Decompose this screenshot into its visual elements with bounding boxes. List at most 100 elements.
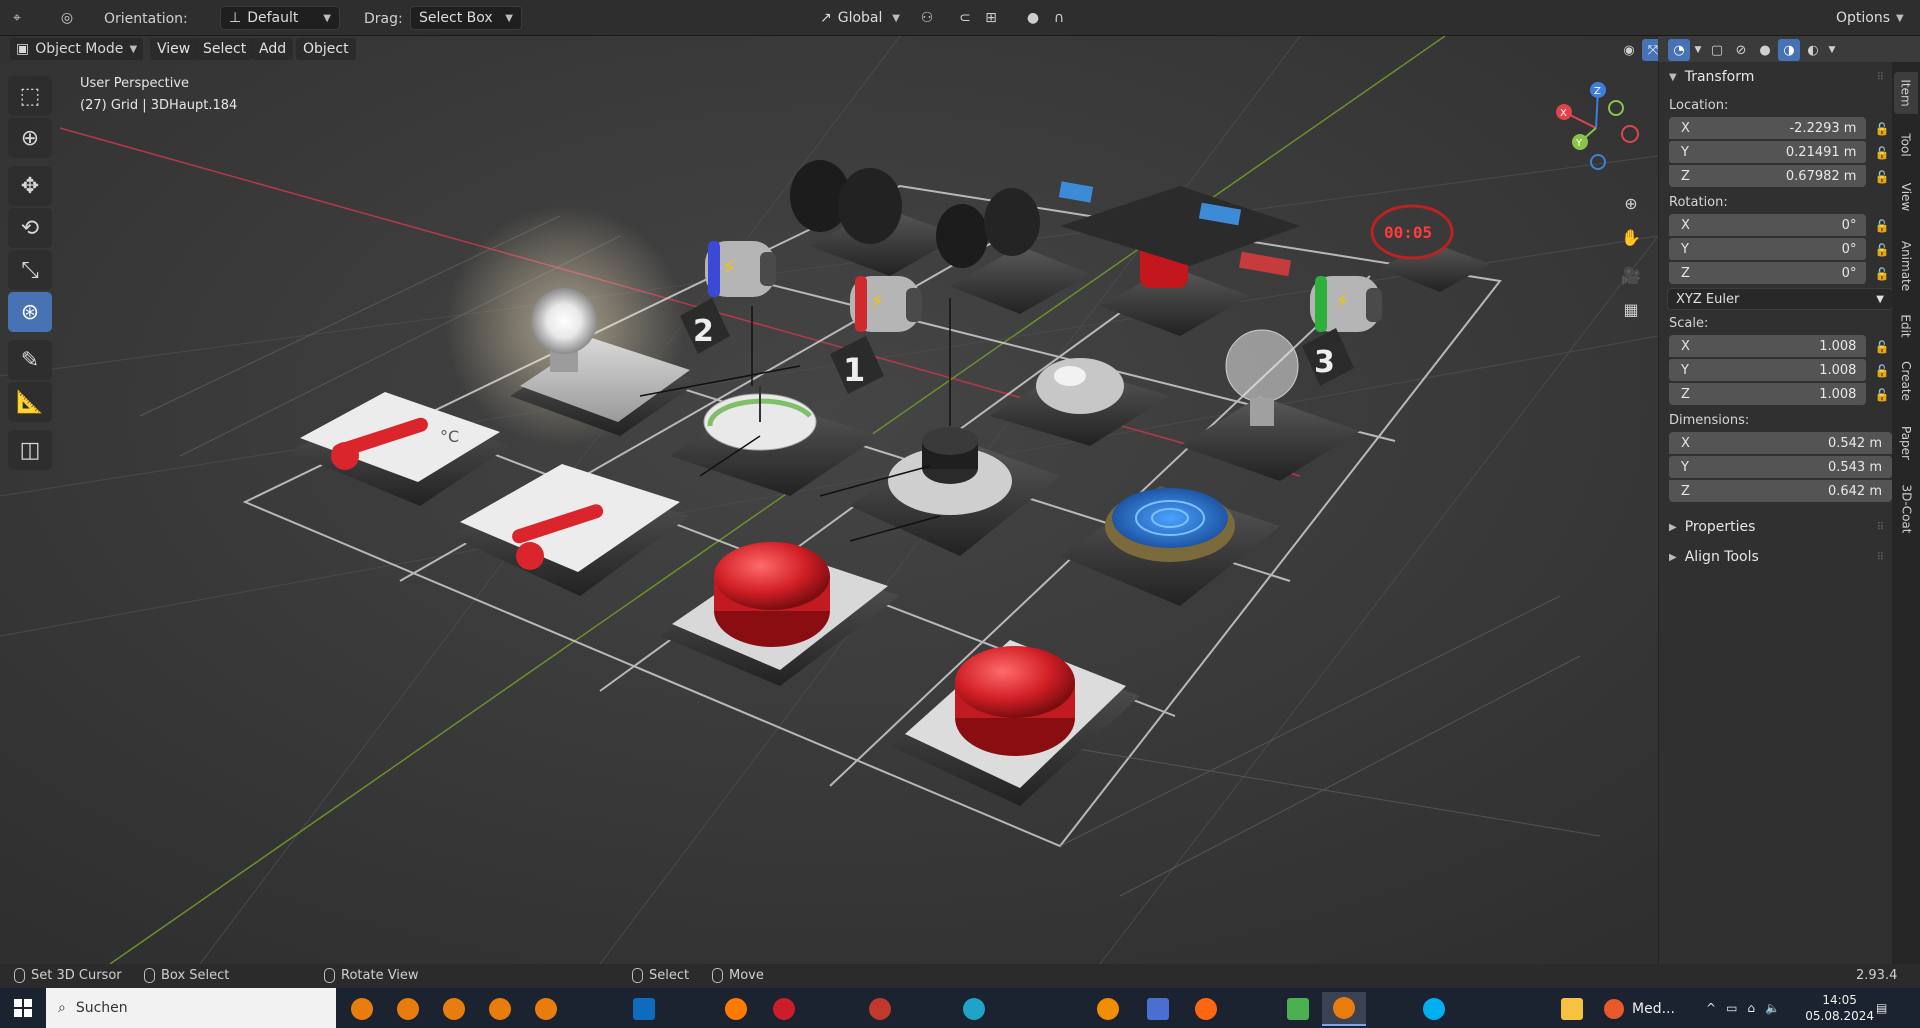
overlays-icon[interactable]: ◔ (1668, 39, 1690, 61)
lock-icon[interactable]: 🔓 (1874, 267, 1892, 281)
dimensions-x-field[interactable]: X 0.542 m (1669, 432, 1892, 454)
lock-icon[interactable]: 🔓 (1874, 219, 1892, 233)
lock-icon[interactable]: 🔓 (1874, 122, 1892, 136)
location-z-field[interactable]: Z 0.67982 m (1669, 165, 1867, 187)
drag-dropdown[interactable]: Select Box ▼ (410, 6, 522, 30)
tab-edit[interactable]: Edit (1894, 308, 1918, 344)
snap-target-icon[interactable]: ⊞ (980, 7, 1002, 29)
chevron-up-icon[interactable]: ^ (1706, 1001, 1716, 1015)
taskbar-firefox-icon[interactable] (1184, 992, 1228, 1026)
move-tool-icon[interactable]: ✥ (8, 166, 52, 206)
menu-select[interactable]: Select (196, 38, 254, 60)
rotation-x-field[interactable]: X 0° (1669, 214, 1867, 236)
tab-3d-coat[interactable]: 3D-Coat (1894, 476, 1918, 542)
taskbar-blender-icon[interactable] (524, 992, 568, 1026)
chevron-down-icon[interactable]: ▼ (1826, 39, 1838, 61)
menu-view[interactable]: View (150, 38, 198, 60)
camera-view-icon[interactable]: 🎥 (1616, 260, 1646, 290)
scale-x-field[interactable]: X 1.008 (1669, 335, 1867, 357)
volume-icon[interactable]: 🔈 (1765, 1001, 1780, 1015)
rotation-y-field[interactable]: Y 0° (1669, 238, 1867, 260)
transform-tool-icon[interactable]: ⊛ (8, 292, 52, 332)
tab-tool[interactable]: Tool (1894, 124, 1918, 166)
taskbar-skype-icon[interactable] (1412, 992, 1456, 1026)
taskbar-blender-icon[interactable] (432, 992, 476, 1026)
taskbar-app-icon[interactable] (762, 992, 806, 1026)
taskbar-blender-icon[interactable] (386, 992, 430, 1026)
lock-icon[interactable]: 🔓 (1874, 364, 1892, 378)
cursor-tool-icon[interactable]: ⊕ (8, 118, 52, 158)
pivot-point-icon[interactable]: ⚇ (916, 7, 938, 29)
annotate-tool-icon[interactable]: ✎ (8, 340, 52, 380)
battery-device-blue[interactable]: ⚡ (705, 241, 776, 297)
drag-grip-icon[interactable]: ⠿ (1877, 552, 1884, 563)
align-tools-panel-header[interactable]: ▶ Align Tools ⠿ (1659, 542, 1892, 572)
rotation-z-field[interactable]: Z 0° (1669, 262, 1867, 284)
taskbar-app-icon[interactable] (1276, 992, 1320, 1026)
location-y-field[interactable]: Y 0.21491 m (1669, 141, 1867, 163)
falloff-icon[interactable]: ∩ (1048, 7, 1070, 29)
taskbar-media-app[interactable]: Med... (1604, 992, 1684, 1026)
add-cube-tool-icon[interactable]: ◫ (8, 430, 52, 470)
lock-icon[interactable]: 🔓 (1874, 388, 1892, 402)
taskbar-vlc-icon[interactable] (1086, 992, 1130, 1026)
taskbar-search-box[interactable]: ⌕ Suchen (46, 988, 336, 1028)
battery-device-green[interactable]: ⚡ (1310, 276, 1382, 332)
taskbar-blender-icon[interactable] (340, 992, 384, 1026)
taskbar-edge-icon[interactable] (952, 992, 996, 1026)
menu-object[interactable]: Object (296, 38, 356, 60)
taskbar-app-icon[interactable] (714, 992, 758, 1026)
pan-hand-icon[interactable]: ✋ (1616, 222, 1646, 252)
lock-icon[interactable]: 🔓 (1874, 146, 1892, 160)
rotation-mode-dropdown[interactable]: XYZ Euler ▼ (1667, 288, 1893, 310)
navigation-gizmo[interactable]: Z X Y (1550, 80, 1640, 170)
scale-y-field[interactable]: Y 1.008 (1669, 359, 1867, 381)
taskbar-blender-active-icon[interactable] (1322, 992, 1366, 1026)
editor-type-icon[interactable]: ⌖ (6, 7, 28, 29)
rendered-shading-icon[interactable]: ◐ (1802, 39, 1824, 61)
object-mode-dropdown[interactable]: ▣ Object Mode ▼ (10, 38, 144, 60)
battery-device-red[interactable]: ⚡ (850, 276, 922, 332)
taskbar-explorer-icon[interactable] (1550, 992, 1594, 1026)
ortho-toggle-icon[interactable]: ▦ (1616, 294, 1646, 324)
transform-tool-icon[interactable]: ◎ (56, 7, 78, 29)
taskbar-blender-icon[interactable] (478, 992, 522, 1026)
lock-icon[interactable]: 🔓 (1874, 340, 1892, 354)
options-button[interactable]: Options ▼ (1828, 6, 1912, 30)
measure-tool-icon[interactable]: 📐 (8, 382, 52, 422)
3d-viewport[interactable]: °C ⚡ ⚡ ⚡ 2 1 3 00:05 ▣ Object Mode ▼ Vie… (0, 36, 1658, 964)
windows-start-button[interactable] (0, 988, 46, 1028)
tab-create[interactable]: Create (1894, 352, 1918, 410)
tab-paper[interactable]: Paper (1894, 418, 1918, 468)
network-icon[interactable]: ⌂ (1747, 1001, 1755, 1015)
rotate-tool-icon[interactable]: ⟲ (8, 208, 52, 248)
taskbar-save-icon[interactable] (1136, 992, 1180, 1026)
transform-panel-header[interactable]: ▼ Transform ⠿ (1659, 62, 1892, 92)
material-shading-icon[interactable]: ◑ (1778, 39, 1800, 61)
scale-tool-icon[interactable]: ⤡ (8, 250, 52, 290)
taskbar-outlook-icon[interactable] (622, 992, 666, 1026)
tab-animate[interactable]: Animate (1894, 232, 1918, 300)
solid-shading-icon[interactable]: ● (1754, 39, 1776, 61)
tab-item[interactable]: Item (1894, 72, 1918, 114)
taskbar-xmind-icon[interactable] (858, 992, 902, 1026)
dimensions-y-field[interactable]: Y 0.543 m (1669, 456, 1892, 478)
menu-add[interactable]: Add (252, 38, 294, 60)
proportional-edit-icon[interactable]: ● (1022, 7, 1044, 29)
notification-icon[interactable]: ▤ (1876, 988, 1887, 1028)
scale-z-field[interactable]: Z 1.008 (1669, 383, 1867, 405)
location-x-field[interactable]: X -2.2293 m (1669, 117, 1867, 139)
lock-icon[interactable]: 🔓 (1874, 170, 1892, 184)
transform-orientation-dropdown[interactable]: ↗ Global ▼ (812, 6, 908, 30)
snap-toggle-icon[interactable]: ⊂ (954, 7, 976, 29)
orientation-dropdown[interactable]: ⊥ Default ▼ (220, 6, 340, 30)
wireframe-shading-icon[interactable]: ⊘ (1730, 39, 1752, 61)
taskbar-clock[interactable]: 14:05 05.08.2024 (1805, 992, 1874, 1024)
lock-icon[interactable]: 🔓 (1874, 243, 1892, 257)
zoom-icon[interactable]: ⊕ (1616, 188, 1646, 218)
visibility-eye-icon[interactable]: ◉ (1618, 39, 1640, 61)
tab-view[interactable]: View (1894, 176, 1918, 218)
drag-grip-icon[interactable]: ⠿ (1877, 72, 1884, 83)
chevron-down-icon[interactable]: ▼ (1692, 39, 1704, 61)
battery-tray-icon[interactable]: ▭ (1726, 1001, 1737, 1015)
